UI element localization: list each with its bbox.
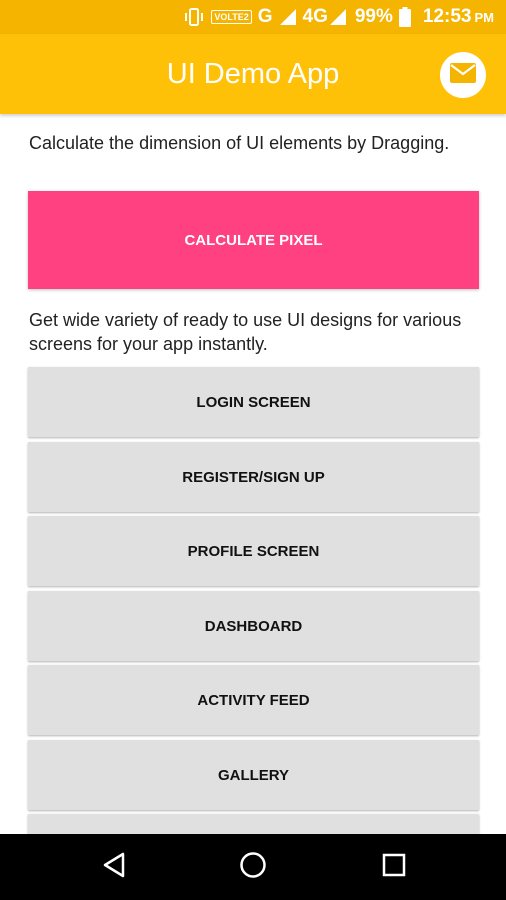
profile-screen-button[interactable]: PROFILE SCREEN xyxy=(28,516,479,586)
home-button[interactable] xyxy=(238,851,268,884)
network-type-4g: 4G xyxy=(302,6,328,27)
main-content[interactable]: Calculate the dimension of UI elements b… xyxy=(0,114,506,834)
app-bar: UI Demo App xyxy=(0,34,506,114)
mail-button[interactable] xyxy=(440,52,486,98)
volte-badge: VOLTE2 xyxy=(211,10,252,24)
navigation-bar xyxy=(0,834,506,900)
dashboard-button[interactable]: DASHBOARD xyxy=(28,591,479,661)
vibrate-icon xyxy=(183,7,205,27)
activity-feed-button[interactable]: ACTIVITY FEED xyxy=(28,665,479,735)
status-bar: VOLTE2 G 4G 99% 12:53 PM xyxy=(0,0,506,34)
app-screen: VOLTE2 G 4G 99% 12:53 PM UI Demo App Cal… xyxy=(0,0,506,900)
next-screen-button[interactable] xyxy=(28,814,479,834)
intro-text: Calculate the dimension of UI elements b… xyxy=(29,133,450,153)
calculate-pixel-button[interactable]: CALCULATE PIXEL xyxy=(28,191,479,289)
back-button[interactable] xyxy=(99,852,129,882)
back-icon xyxy=(102,852,126,883)
gallery-button[interactable]: GALLERY xyxy=(28,740,479,810)
clock-ampm: PM xyxy=(474,9,495,25)
designs-text: Get wide variety of ready to use UI desi… xyxy=(29,310,462,354)
mail-icon xyxy=(450,62,476,88)
home-icon xyxy=(239,851,267,884)
signal-4g-icon xyxy=(329,8,347,26)
battery-percent: 99% xyxy=(354,6,393,27)
signal-icon xyxy=(279,8,297,26)
login-screen-button[interactable]: LOGIN SCREEN xyxy=(28,367,479,437)
clock-time: 12:53 xyxy=(422,6,472,27)
app-title: UI Demo App xyxy=(166,58,340,90)
register-sign-up-button[interactable]: REGISTER/SIGN UP xyxy=(28,442,479,512)
recents-icon xyxy=(382,853,406,882)
battery-icon xyxy=(398,7,411,27)
recents-button[interactable] xyxy=(379,852,409,882)
network-type-g: G xyxy=(257,6,273,27)
